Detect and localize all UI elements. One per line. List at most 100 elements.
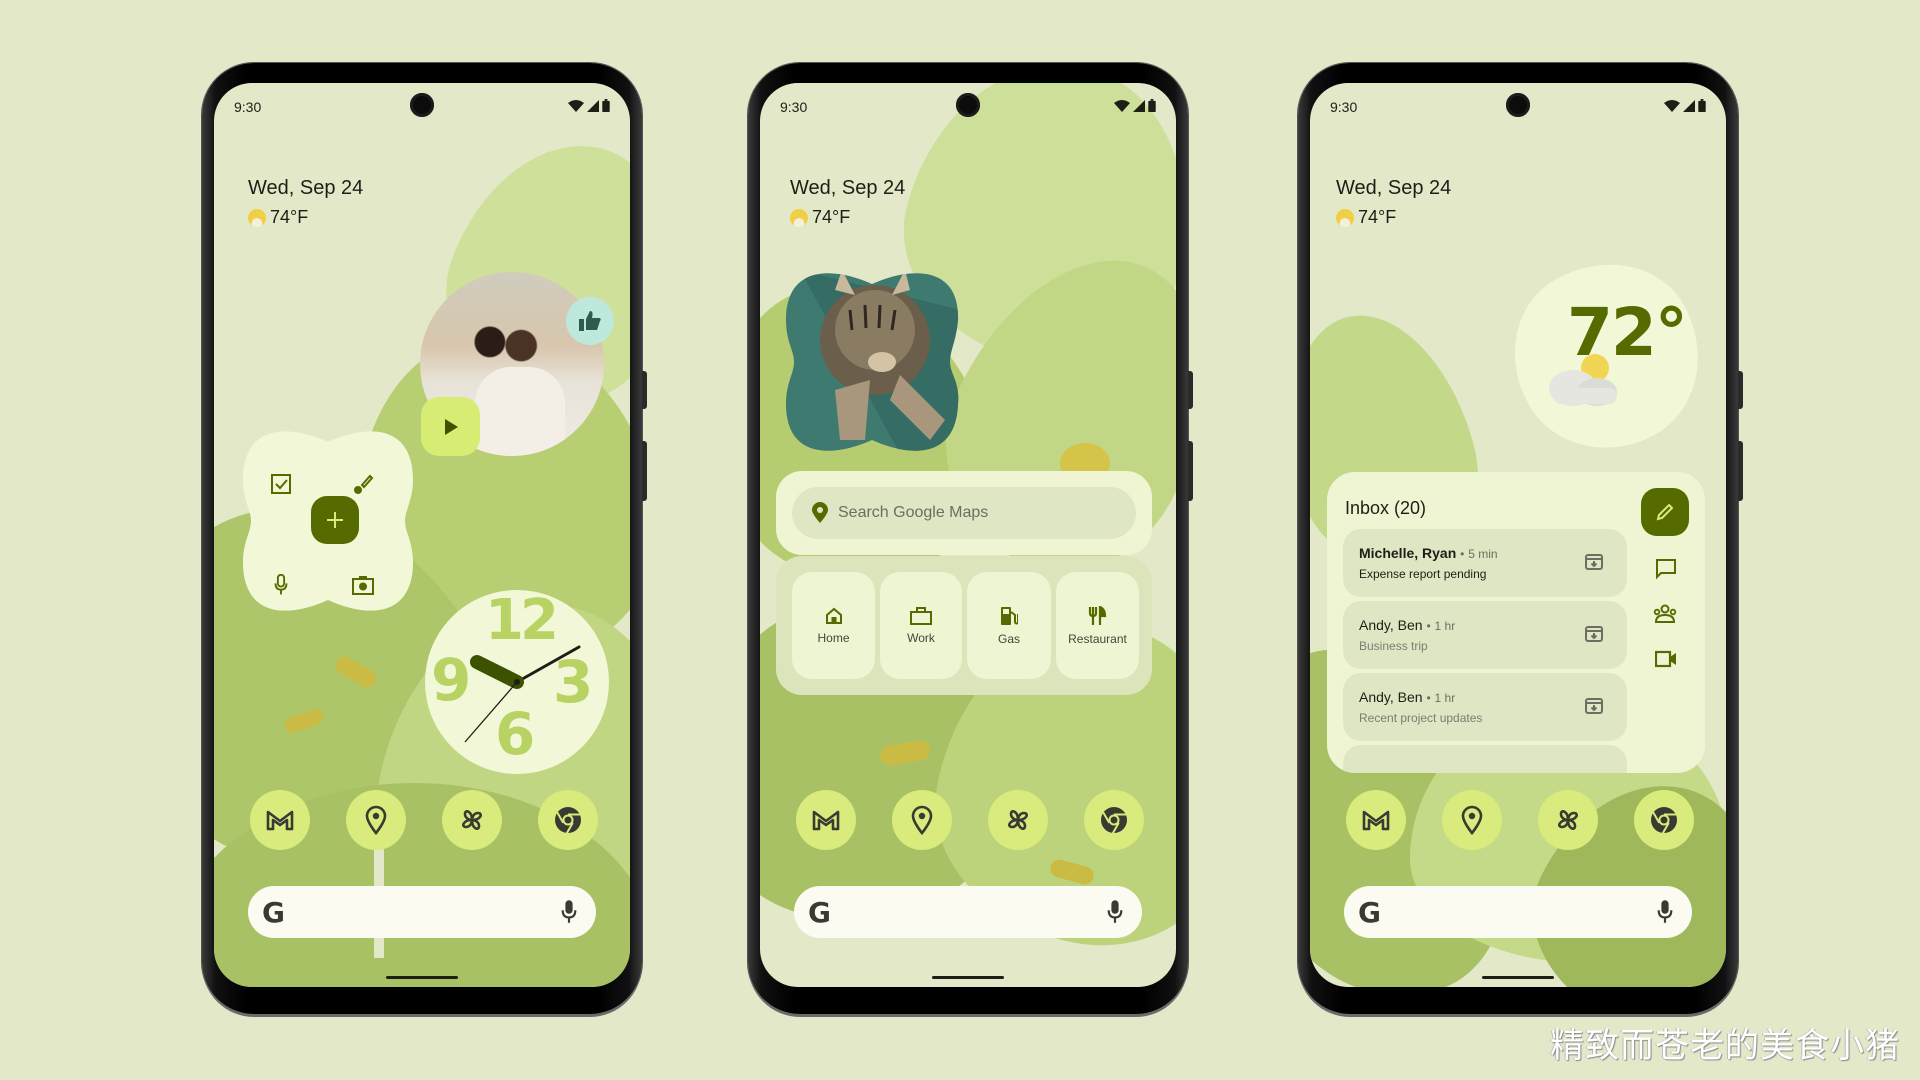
maps-search-placeholder: Search Google Maps bbox=[838, 504, 989, 521]
chrome-app[interactable] bbox=[1634, 790, 1694, 850]
status-time: 9:30 bbox=[234, 99, 262, 115]
maps-app[interactable] bbox=[346, 790, 406, 850]
front-camera bbox=[410, 93, 434, 117]
mail-item[interactable]: Andy, Ben • 1 hr Recent project updates bbox=[1343, 673, 1627, 741]
google-search-bar[interactable]: G bbox=[794, 886, 1142, 938]
add-button[interactable] bbox=[311, 496, 359, 544]
home-indicator[interactable] bbox=[932, 976, 1004, 979]
gmail-app[interactable] bbox=[796, 790, 856, 850]
phone-1-screen: 9:30 Wed, Sep 24 74°F 12 3 6 9 G bbox=[214, 83, 630, 987]
video-icon[interactable] bbox=[1655, 650, 1677, 668]
shortcut-restaurant[interactable]: Restaurant bbox=[1056, 572, 1139, 679]
like-button[interactable] bbox=[566, 297, 614, 345]
glance-weather[interactable]: 74°F bbox=[248, 207, 308, 228]
app-dock bbox=[214, 790, 630, 852]
mail-item[interactable]: Andy, Ben • 1 hr Business trip bbox=[1343, 601, 1627, 669]
glance-temperature: 74°F bbox=[270, 207, 309, 227]
glance-date[interactable]: Wed, Sep 24 bbox=[1336, 177, 1451, 200]
shortcut-work[interactable]: Work bbox=[880, 572, 962, 679]
draw-button[interactable] bbox=[352, 473, 374, 500]
battery-icon bbox=[1148, 99, 1156, 112]
pinwheel-app[interactable] bbox=[1538, 790, 1598, 850]
shortcut-label: Work bbox=[907, 630, 935, 645]
photo-note-button[interactable] bbox=[352, 575, 374, 600]
home-indicator[interactable] bbox=[1482, 976, 1554, 979]
mail-sender: Andy, Ben bbox=[1359, 617, 1423, 633]
photo-widget[interactable] bbox=[780, 270, 964, 454]
glance-weather[interactable]: 74°F bbox=[1336, 207, 1396, 228]
inbox-title[interactable]: Inbox (20) bbox=[1345, 498, 1426, 519]
gmail-app[interactable] bbox=[250, 790, 310, 850]
separator: • bbox=[1426, 619, 1431, 633]
pinwheel-app[interactable] bbox=[988, 790, 1048, 850]
archive-icon[interactable] bbox=[1585, 697, 1603, 715]
shortcut-gas[interactable]: Gas bbox=[967, 572, 1051, 679]
briefcase-icon bbox=[910, 606, 932, 625]
status-time: 9:30 bbox=[780, 99, 808, 115]
signal-icon bbox=[1133, 100, 1145, 112]
maps-icon bbox=[1460, 805, 1484, 835]
glance-temperature: 74°F bbox=[812, 207, 851, 227]
phone-2-screen: 9:30 Wed, Sep 24 74°F Search Google Maps… bbox=[760, 83, 1176, 987]
status-icons bbox=[1664, 98, 1706, 112]
gas-station-icon bbox=[1001, 606, 1018, 625]
app-dock bbox=[1310, 790, 1726, 852]
chat-icon[interactable] bbox=[1655, 558, 1677, 580]
glance-temperature: 74°F bbox=[1358, 207, 1397, 227]
chrome-icon bbox=[1099, 805, 1129, 835]
new-task-button[interactable] bbox=[270, 473, 292, 500]
chrome-icon bbox=[1649, 805, 1679, 835]
weather-widget[interactable]: 72° bbox=[1481, 230, 1726, 482]
mail-time: 1 hr bbox=[1434, 619, 1456, 633]
plus-icon bbox=[327, 512, 343, 528]
mic-icon[interactable] bbox=[1656, 899, 1674, 925]
volume-button bbox=[1738, 441, 1743, 501]
hour-hand bbox=[470, 655, 524, 689]
maps-app[interactable] bbox=[1442, 790, 1502, 850]
mail-item-partial[interactable] bbox=[1343, 745, 1627, 773]
checkbox-icon bbox=[271, 474, 291, 494]
mail-item[interactable]: Michelle, Ryan • 5 min Expense report pe… bbox=[1343, 529, 1627, 597]
volume-button bbox=[1188, 441, 1193, 501]
glance-date[interactable]: Wed, Sep 24 bbox=[248, 177, 363, 200]
archive-icon[interactable] bbox=[1585, 553, 1603, 571]
power-button bbox=[642, 371, 647, 409]
pinwheel-icon bbox=[1553, 805, 1583, 835]
archive-icon[interactable] bbox=[1585, 625, 1603, 643]
mic-icon[interactable] bbox=[560, 899, 578, 925]
compose-button[interactable] bbox=[1641, 488, 1689, 536]
maps-search-card: Search Google Maps bbox=[776, 471, 1152, 555]
chrome-app[interactable] bbox=[538, 790, 598, 850]
chrome-icon bbox=[553, 805, 583, 835]
glance-date[interactable]: Wed, Sep 24 bbox=[790, 177, 905, 200]
power-button bbox=[1188, 371, 1193, 409]
google-search-bar[interactable]: G bbox=[248, 886, 596, 938]
home-indicator[interactable] bbox=[386, 976, 458, 979]
analog-clock-widget[interactable]: 12 3 6 9 bbox=[425, 588, 609, 774]
shortcut-home[interactable]: Home bbox=[792, 572, 875, 679]
maps-search-input[interactable]: Search Google Maps bbox=[792, 487, 1136, 539]
mail-subject: Expense report pending bbox=[1359, 567, 1487, 581]
mail-time: 1 hr bbox=[1434, 691, 1456, 705]
pinwheel-app[interactable] bbox=[442, 790, 502, 850]
shortcut-label: Home bbox=[817, 630, 850, 645]
glance-weather[interactable]: 74°F bbox=[790, 207, 850, 228]
google-search-bar[interactable]: G bbox=[1344, 886, 1692, 938]
google-logo: G bbox=[262, 896, 285, 929]
gmail-app[interactable] bbox=[1346, 790, 1406, 850]
mail-sender: Andy, Ben bbox=[1359, 689, 1423, 705]
battery-icon bbox=[1698, 99, 1706, 112]
separator: • bbox=[1426, 691, 1431, 705]
volume-button bbox=[642, 441, 647, 501]
maps-app[interactable] bbox=[892, 790, 952, 850]
play-button[interactable] bbox=[421, 397, 480, 456]
meet-group-icon[interactable] bbox=[1653, 604, 1677, 624]
mic-icon[interactable] bbox=[1106, 899, 1124, 925]
voice-note-button[interactable] bbox=[273, 573, 289, 601]
wifi-icon bbox=[1114, 100, 1130, 112]
mail-time: 5 min bbox=[1468, 547, 1498, 561]
power-button bbox=[1738, 371, 1743, 409]
chrome-app[interactable] bbox=[1084, 790, 1144, 850]
phone-3-screen: 9:30 Wed, Sep 24 74°F 72° Inbox (20) Mic… bbox=[1310, 83, 1726, 987]
phone-2: 9:30 Wed, Sep 24 74°F Search Google Maps… bbox=[748, 63, 1193, 1014]
